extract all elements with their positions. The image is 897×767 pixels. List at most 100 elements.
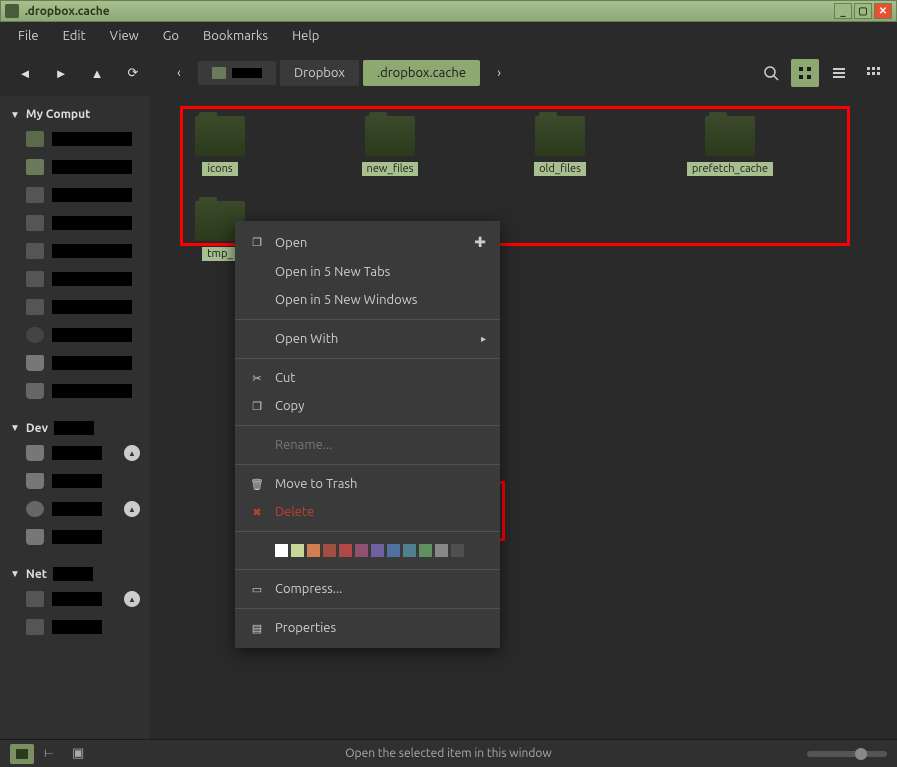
eject-icon[interactable]: ▲: [124, 591, 140, 607]
context-copy[interactable]: ❐ Copy: [235, 392, 500, 420]
window-icon: ❐: [249, 236, 265, 250]
delete-icon: ✖: [249, 505, 265, 519]
forward-button[interactable]: ►: [46, 58, 76, 88]
color-tag[interactable]: [307, 544, 320, 557]
sb-places-button[interactable]: [10, 744, 34, 764]
folder-icon: [26, 187, 44, 203]
chevron-down-icon: ▼: [10, 422, 20, 434]
sidebar-item-device-4[interactable]: [4, 523, 146, 551]
breadcrumb-current[interactable]: .dropbox.cache: [363, 60, 480, 86]
context-delete-label: Delete: [275, 505, 314, 519]
minimize-button[interactable]: _: [834, 3, 852, 19]
sb-terminal-button[interactable]: ▣: [72, 746, 90, 761]
sidebar-item-desktop[interactable]: [4, 153, 146, 181]
menu-file[interactable]: File: [8, 25, 49, 47]
menu-separator: [235, 464, 500, 465]
menu-separator: [235, 358, 500, 359]
sidebar-item-device-3[interactable]: ▲: [4, 495, 146, 523]
maximize-button[interactable]: ▢: [854, 3, 872, 19]
sidebar-item-filesystem[interactable]: [4, 349, 146, 377]
color-tag[interactable]: [403, 544, 416, 557]
plus-icon: ✚: [474, 234, 486, 251]
menu-edit[interactable]: Edit: [53, 25, 96, 47]
sidebar-item-trash[interactable]: [4, 377, 146, 405]
window-icon: [5, 4, 19, 18]
color-tag[interactable]: [323, 544, 336, 557]
sidebar-item-network-2[interactable]: [4, 613, 146, 641]
trash-icon: [26, 383, 44, 399]
color-tag[interactable]: [275, 544, 288, 557]
color-tag[interactable]: [419, 544, 432, 557]
context-copy-label: Copy: [275, 399, 304, 413]
context-delete[interactable]: ✖ Delete: [235, 498, 500, 526]
breadcrumb-prev-icon[interactable]: ‹: [164, 58, 194, 88]
eject-icon[interactable]: ▲: [124, 445, 140, 461]
sb-tree-button[interactable]: ⊢: [44, 747, 62, 760]
color-tag[interactable]: [355, 544, 368, 557]
context-open-windows[interactable]: Open in 5 New Windows: [235, 286, 500, 314]
sidebar-item-pictures[interactable]: [4, 237, 146, 265]
close-button[interactable]: ✕: [874, 3, 892, 19]
context-compress-label: Compress...: [275, 582, 342, 596]
folder-icon: [705, 116, 755, 156]
sidebar-section-network[interactable]: ▼Net: [4, 563, 146, 585]
context-trash-label: Move to Trash: [275, 477, 357, 491]
breadcrumb-next-icon[interactable]: ›: [484, 58, 514, 88]
sidebar-item-home[interactable]: [4, 125, 146, 153]
menu-view[interactable]: View: [100, 25, 149, 47]
context-open-with-label: Open With: [275, 332, 338, 346]
sidebar-section-devices[interactable]: ▼Dev: [4, 417, 146, 439]
color-tag[interactable]: [451, 544, 464, 557]
context-open-tabs[interactable]: Open in 5 New Tabs: [235, 258, 500, 286]
context-open-with[interactable]: Open With ▸: [235, 325, 500, 353]
drive-icon: [26, 445, 44, 461]
up-button[interactable]: ▲: [82, 58, 112, 88]
eject-icon[interactable]: ▲: [124, 501, 140, 517]
sidebar-item-device-2[interactable]: [4, 467, 146, 495]
color-tag[interactable]: [435, 544, 448, 557]
sidebar-item-videos[interactable]: [4, 265, 146, 293]
refresh-button[interactable]: ⟳: [118, 58, 148, 88]
properties-icon: ▤: [249, 621, 265, 635]
trash-icon: 🗑: [249, 477, 265, 491]
folder-icon: [26, 271, 44, 287]
network-icon: [26, 619, 44, 635]
menu-separator: [235, 608, 500, 609]
copy-icon: ❐: [249, 399, 265, 413]
context-compress[interactable]: ▭ Compress...: [235, 575, 500, 603]
menu-help[interactable]: Help: [282, 25, 329, 47]
menu-go[interactable]: Go: [153, 25, 189, 47]
context-cut[interactable]: ✂ Cut: [235, 364, 500, 392]
content-area[interactable]: icons new_files old_files prefetch_cache…: [150, 96, 897, 739]
breadcrumb-dropbox[interactable]: Dropbox: [280, 60, 359, 86]
folder-icon: [26, 243, 44, 259]
toolbar: ◄ ► ▲ ⟳ ‹ Dropbox .dropbox.cache ›: [0, 50, 897, 96]
sidebar-item-music[interactable]: [4, 209, 146, 237]
folder-label: tmp_: [202, 247, 238, 261]
sidebar-item-network-1[interactable]: ▲: [4, 585, 146, 613]
context-open[interactable]: ❐ Open ✚: [235, 227, 500, 258]
sidebar-section-computer[interactable]: ▼My Comput: [4, 104, 146, 125]
color-tag[interactable]: [387, 544, 400, 557]
context-cut-label: Cut: [275, 371, 295, 385]
color-tag[interactable]: [339, 544, 352, 557]
sidebar-item-documents[interactable]: [4, 181, 146, 209]
search-button[interactable]: [757, 59, 785, 87]
sidebar-item-downloads[interactable]: [4, 293, 146, 321]
compact-view-button[interactable]: [859, 59, 887, 87]
zoom-slider[interactable]: [807, 751, 887, 757]
list-view-button[interactable]: [825, 59, 853, 87]
context-move-to-trash[interactable]: 🗑 Move to Trash: [235, 470, 500, 498]
color-tag[interactable]: [291, 544, 304, 557]
sidebar-item-device-1[interactable]: ▲: [4, 439, 146, 467]
context-properties[interactable]: ▤ Properties: [235, 614, 500, 642]
menu-bookmarks[interactable]: Bookmarks: [193, 25, 278, 47]
chevron-down-icon: ▼: [10, 109, 20, 121]
sidebar-item-recent[interactable]: [4, 321, 146, 349]
context-open-label: Open: [275, 236, 307, 250]
context-color-tags: [235, 537, 500, 564]
color-tag[interactable]: [371, 544, 384, 557]
breadcrumb-home[interactable]: [198, 61, 276, 85]
back-button[interactable]: ◄: [10, 58, 40, 88]
icon-view-button[interactable]: [791, 59, 819, 87]
